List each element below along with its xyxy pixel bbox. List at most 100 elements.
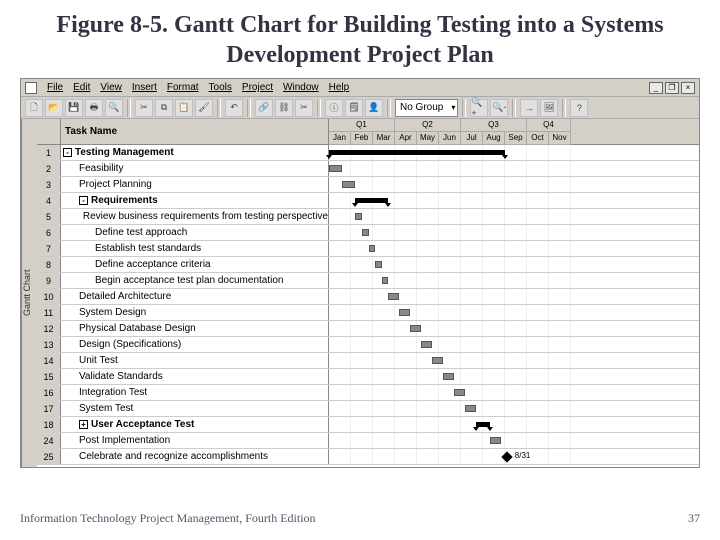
task-row[interactable]: 16Integration Test	[37, 385, 699, 401]
task-name-cell[interactable]: Define test approach	[61, 225, 329, 240]
task-name-cell[interactable]: Validate Standards	[61, 369, 329, 384]
task-row[interactable]: 2Feasibility	[37, 161, 699, 177]
menu-edit[interactable]: Edit	[73, 82, 90, 93]
menu-project[interactable]: Project	[242, 82, 273, 93]
collapse-icon[interactable]: -	[79, 196, 88, 205]
gantt-cell[interactable]	[329, 385, 699, 400]
task-row[interactable]: 9Begin acceptance test plan documentatio…	[37, 273, 699, 289]
format-painter-icon[interactable]: 🖌	[195, 99, 213, 117]
task-name-cell[interactable]: Celebrate and recognize accomplishments	[61, 449, 329, 464]
task-row[interactable]: 13Design (Specifications)	[37, 337, 699, 353]
task-row[interactable]: 18+User Acceptance Test	[37, 417, 699, 433]
task-name-cell[interactable]: -Testing Management	[61, 145, 329, 160]
copy-picture-icon[interactable]: 🖼	[540, 99, 558, 117]
task-name-cell[interactable]: Design (Specifications)	[61, 337, 329, 352]
task-row[interactable]: 5Review business requirements from testi…	[37, 209, 699, 225]
task-bar[interactable]	[342, 181, 355, 188]
task-name-cell[interactable]: Project Planning	[61, 177, 329, 192]
collapse-icon[interactable]: -	[63, 148, 72, 157]
task-name-cell[interactable]: System Design	[61, 305, 329, 320]
goto-task-icon[interactable]: →	[520, 99, 538, 117]
task-name-cell[interactable]: Physical Database Design	[61, 321, 329, 336]
minimize-icon[interactable]: _	[649, 82, 663, 94]
menu-file[interactable]: File	[47, 82, 63, 93]
gantt-cell[interactable]	[329, 401, 699, 416]
task-name-cell[interactable]: System Test	[61, 401, 329, 416]
assign-icon[interactable]: 👤	[365, 99, 383, 117]
zoom-out-icon[interactable]: 🔍-	[490, 99, 508, 117]
task-name-cell[interactable]: +User Acceptance Test	[61, 417, 329, 432]
task-name-cell[interactable]: Establish test standards	[61, 241, 329, 256]
task-row[interactable]: 4-Requirements	[37, 193, 699, 209]
task-row[interactable]: 15Validate Standards	[37, 369, 699, 385]
menu-window[interactable]: Window	[283, 82, 319, 93]
task-row[interactable]: 12Physical Database Design	[37, 321, 699, 337]
menu-tools[interactable]: Tools	[209, 82, 232, 93]
gantt-cell[interactable]	[329, 161, 699, 176]
task-bar[interactable]	[443, 373, 454, 380]
new-icon[interactable]: 🗋	[25, 99, 43, 117]
task-bar[interactable]	[490, 437, 501, 444]
task-row[interactable]: 1-Testing Management	[37, 145, 699, 161]
task-name-cell[interactable]: Integration Test	[61, 385, 329, 400]
gantt-cell[interactable]	[329, 177, 699, 192]
unlink-icon[interactable]: ⛓	[275, 99, 293, 117]
task-name-cell[interactable]: Feasibility	[61, 161, 329, 176]
gantt-cell[interactable]	[329, 369, 699, 384]
task-name-cell[interactable]: Detailed Architecture	[61, 289, 329, 304]
task-row[interactable]: 8Define acceptance criteria	[37, 257, 699, 273]
task-row[interactable]: 14Unit Test	[37, 353, 699, 369]
task-bar[interactable]	[382, 277, 389, 284]
open-icon[interactable]: 📂	[45, 99, 63, 117]
task-bar[interactable]	[432, 357, 443, 364]
restore-icon[interactable]: ❐	[665, 82, 679, 94]
print-icon[interactable]: 🖶	[85, 99, 103, 117]
task-bar[interactable]	[410, 325, 421, 332]
task-row[interactable]: 17System Test	[37, 401, 699, 417]
task-name-cell[interactable]: Begin acceptance test plan documentation	[61, 273, 329, 288]
task-name-cell[interactable]: Unit Test	[61, 353, 329, 368]
summary-bar[interactable]	[476, 422, 489, 427]
undo-icon[interactable]: ↶	[225, 99, 243, 117]
cut-icon[interactable]: ✂	[135, 99, 153, 117]
gantt-cell[interactable]	[329, 417, 699, 432]
gantt-cell[interactable]	[329, 321, 699, 336]
preview-icon[interactable]: 🔍	[105, 99, 123, 117]
close-icon[interactable]: ×	[681, 82, 695, 94]
split-icon[interactable]: ✂	[295, 99, 313, 117]
save-icon[interactable]: 💾	[65, 99, 83, 117]
task-bar[interactable]	[329, 165, 342, 172]
help-icon[interactable]: ?	[570, 99, 588, 117]
task-name-cell[interactable]: -Requirements	[61, 193, 329, 208]
paste-icon[interactable]: 📋	[175, 99, 193, 117]
summary-bar[interactable]	[329, 150, 505, 155]
task-bar[interactable]	[369, 245, 376, 252]
task-row[interactable]: 10Detailed Architecture	[37, 289, 699, 305]
summary-bar[interactable]	[355, 198, 388, 203]
task-row[interactable]: 24Post Implementation	[37, 433, 699, 449]
task-name-header[interactable]: Task Name	[61, 119, 329, 144]
link-icon[interactable]: 🔗	[255, 99, 273, 117]
gantt-cell[interactable]	[329, 273, 699, 288]
task-row[interactable]: 11System Design	[37, 305, 699, 321]
task-row[interactable]: 3Project Planning	[37, 177, 699, 193]
menu-insert[interactable]: Insert	[132, 82, 157, 93]
gantt-cell[interactable]	[329, 257, 699, 272]
task-name-cell[interactable]: Post Implementation	[61, 433, 329, 448]
note-icon[interactable]: 🗒	[345, 99, 363, 117]
group-dropdown[interactable]: No Group	[395, 99, 458, 117]
task-row[interactable]: 25Celebrate and recognize accomplishment…	[37, 449, 699, 465]
zoom-in-icon[interactable]: 🔍+	[470, 99, 488, 117]
task-row[interactable]: 6Define test approach	[37, 225, 699, 241]
gantt-cell[interactable]	[329, 433, 699, 448]
menu-view[interactable]: View	[100, 82, 122, 93]
gantt-cell[interactable]	[329, 209, 699, 224]
task-bar[interactable]	[399, 309, 410, 316]
gantt-cell[interactable]	[329, 241, 699, 256]
view-tab-gantt[interactable]: Gantt Chart	[21, 119, 37, 467]
task-bar[interactable]	[465, 405, 476, 412]
gantt-cell[interactable]	[329, 193, 699, 208]
task-bar[interactable]	[362, 229, 369, 236]
task-bar[interactable]	[388, 293, 399, 300]
menu-format[interactable]: Format	[167, 82, 199, 93]
